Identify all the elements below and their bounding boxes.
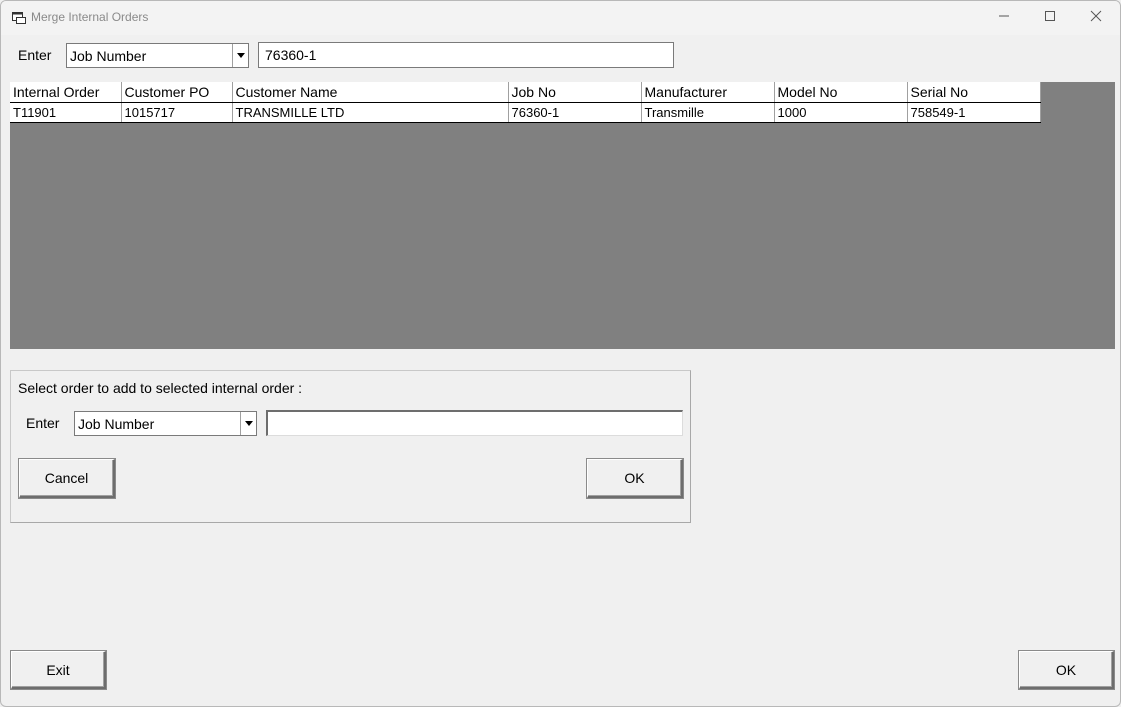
dropdown-arrow-icon[interactable]	[232, 44, 248, 67]
ok-button[interactable]: OK	[1019, 651, 1114, 689]
column-header[interactable]: Customer Name	[232, 82, 509, 103]
search-field-dropdown[interactable]: Job Number	[66, 43, 249, 68]
merge-ok-button[interactable]: OK	[587, 459, 683, 498]
dropdown-arrow-icon[interactable]	[240, 412, 256, 435]
merge-field-dropdown[interactable]: Job Number	[74, 411, 257, 436]
title-bar[interactable]: Merge Internal Orders	[1, 1, 1120, 35]
orders-table: Internal Order Customer PO Customer Name Jo…	[10, 82, 1041, 123]
column-header[interactable]: Serial No	[907, 82, 1041, 103]
maximize-icon	[1044, 10, 1056, 26]
table-cell[interactable]: 1000	[774, 102, 908, 123]
search-field-selected: Job Number	[70, 48, 147, 64]
table-cell[interactable]: T11901	[10, 102, 122, 123]
search-value-input[interactable]: 76360-1	[258, 42, 674, 68]
orders-grid[interactable]: Internal Order Customer PO Customer Name Jo…	[10, 82, 1115, 349]
merge-value-input[interactable]	[266, 410, 683, 436]
merge-internal-orders-window: Merge Internal Orders Enter Job Number 7…	[0, 0, 1121, 707]
merge-group-caption: Select order to add to selected internal…	[18, 380, 303, 396]
minimize-icon	[998, 10, 1010, 26]
column-header[interactable]: Customer PO	[121, 82, 233, 103]
app-window-icon	[12, 12, 26, 24]
exit-button[interactable]: Exit	[11, 651, 106, 689]
column-header[interactable]: Manufacturer	[641, 82, 775, 103]
table-row[interactable]: T11901 1015717 TRANSMILLE LTD 76360-1 Transm…	[10, 102, 1041, 123]
table-cell[interactable]: 76360-1	[508, 102, 642, 123]
merge-order-group: Select order to add to selected internal…	[10, 370, 691, 523]
merge-field-selected: Job Number	[78, 416, 155, 432]
grid-header-row: Internal Order Customer PO Customer Name Jo…	[10, 82, 1041, 103]
minimize-button[interactable]	[981, 1, 1027, 35]
table-cell[interactable]: 1015717	[121, 102, 233, 123]
window-title: Merge Internal Orders	[31, 10, 149, 24]
table-cell[interactable]: Transmille	[641, 102, 775, 123]
close-button[interactable]	[1073, 1, 1119, 35]
merge-cancel-button[interactable]: Cancel	[19, 459, 115, 498]
column-header[interactable]: Internal Order	[10, 82, 122, 103]
close-icon	[1090, 10, 1102, 26]
column-header[interactable]: Job No	[508, 82, 642, 103]
table-cell[interactable]: TRANSMILLE LTD	[232, 102, 509, 123]
column-header[interactable]: Model No	[774, 82, 908, 103]
maximize-button[interactable]	[1027, 1, 1073, 35]
search-enter-label: Enter	[18, 47, 52, 63]
table-cell[interactable]: 758549-1	[907, 102, 1041, 123]
merge-enter-label: Enter	[26, 415, 60, 431]
